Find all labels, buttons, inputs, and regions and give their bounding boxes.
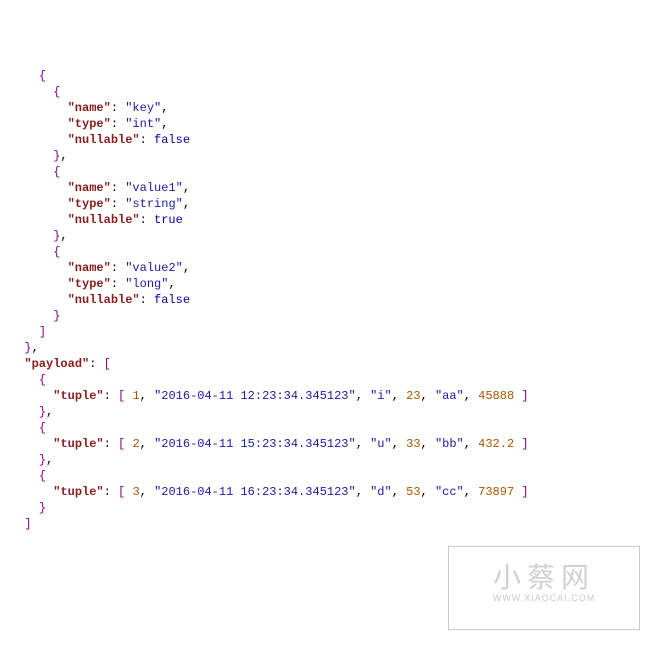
watermark-url: WWW.XIAOCAI.COM — [493, 590, 596, 606]
watermark-overlay: 小蔡网 WWW.XIAOCAI.COM — [448, 546, 640, 630]
json-code-block: { { "name": "key", "type": "int", "nulla… — [10, 68, 636, 532]
watermark-text: 小蔡网 — [493, 570, 595, 586]
